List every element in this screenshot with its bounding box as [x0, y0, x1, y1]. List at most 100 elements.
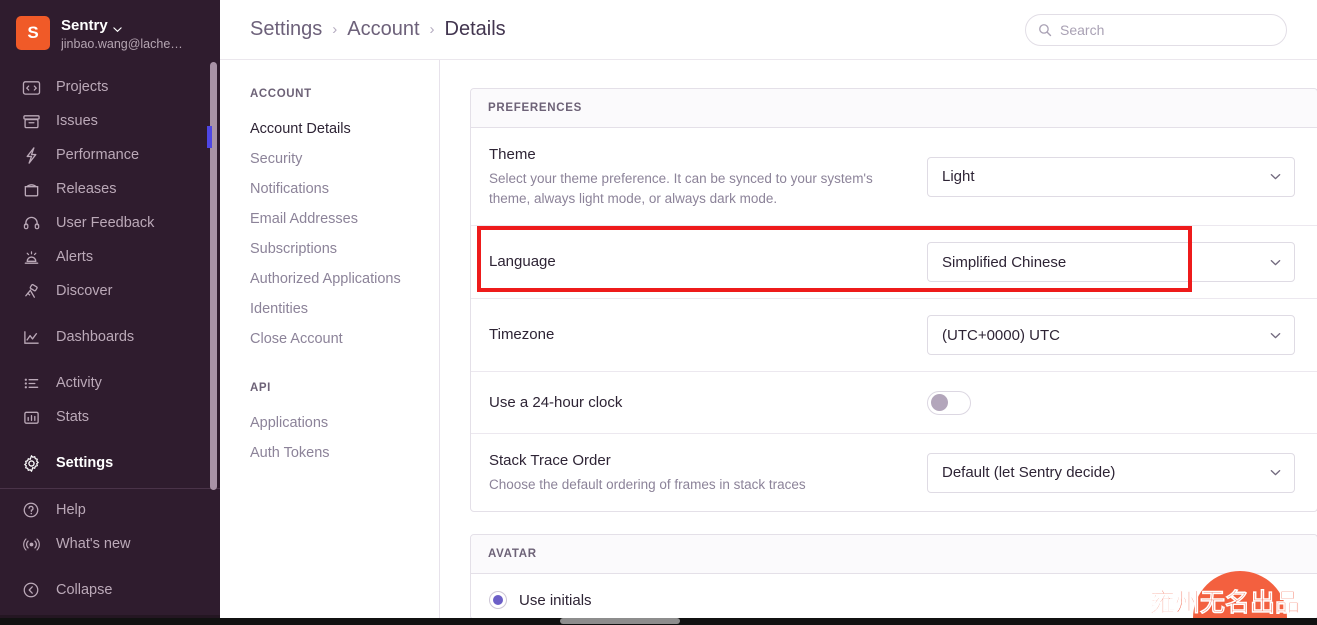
settings-nav-item-close-account[interactable]: Close Account: [250, 324, 439, 354]
theme-label: Theme: [489, 146, 536, 163]
list-icon: [20, 373, 42, 393]
settings-nav-item-account-details[interactable]: Account Details: [250, 114, 439, 144]
sidebar-label: Issues: [56, 113, 98, 129]
horizontal-scrollbar-thumb[interactable]: [560, 618, 680, 624]
sidebar-label: Collapse: [56, 582, 113, 598]
sidebar-item-releases[interactable]: Releases: [0, 172, 220, 206]
settings-nav-item-auth-tokens[interactable]: Auth Tokens: [250, 438, 439, 468]
timezone-select-value: (UTC+0000) UTC: [942, 326, 1060, 344]
avatar-option-label: Use initials: [519, 591, 592, 609]
sidebar-label: Stats: [56, 409, 90, 425]
clock-24h-label: Use a 24-hour clock: [489, 393, 623, 411]
sidebar-item-alerts[interactable]: Alerts: [0, 240, 220, 274]
primary-sidebar: S Sentry jinbao.wang@lache… Projects Iss…: [0, 0, 220, 625]
siren-icon: [20, 247, 42, 267]
org-avatar: S: [16, 16, 50, 50]
avatar-panel: AVATAR Use initials: [470, 534, 1317, 620]
main-area: Settings › Account › Details ACCOUNT Acc…: [220, 0, 1317, 625]
settings-nav-item-email-addresses[interactable]: Email Addresses: [250, 204, 439, 234]
sidebar-item-dashboards[interactable]: Dashboards: [0, 320, 220, 354]
chevron-down-icon: [113, 21, 122, 33]
settings-nav-item-identities[interactable]: Identities: [250, 294, 439, 324]
content-pane: PREFERENCES Theme Select your theme pref…: [440, 60, 1317, 625]
support-headset-icon: [20, 213, 42, 233]
settings-active-indicator: [207, 126, 212, 148]
sidebar-item-settings[interactable]: Settings: [0, 446, 220, 480]
sidebar-label: Discover: [56, 283, 113, 299]
settings-nav-heading-account: ACCOUNT: [250, 88, 312, 100]
search-box[interactable]: [1025, 13, 1287, 46]
sidebar-item-user-feedback[interactable]: User Feedback: [0, 206, 220, 240]
sidebar-item-whats-new[interactable]: What's new: [0, 527, 220, 561]
settings-nav-item-authorized-applications[interactable]: Authorized Applications: [250, 264, 439, 294]
sidebar-label: Projects: [56, 79, 109, 95]
sidebar-label: Activity: [56, 375, 102, 391]
breadcrumb-settings[interactable]: Settings: [250, 18, 322, 41]
archive-icon: [20, 111, 42, 131]
breadcrumb-account[interactable]: Account: [347, 18, 419, 41]
code-folder-icon: [20, 77, 42, 97]
settings-nav-item-applications[interactable]: Applications: [250, 408, 439, 438]
organization-switcher[interactable]: S Sentry jinbao.wang@lache…: [0, 12, 220, 66]
sidebar-item-collapse[interactable]: Collapse: [0, 573, 220, 607]
org-name-row: Sentry: [61, 17, 183, 34]
lightning-icon: [20, 145, 42, 165]
primary-nav-list: Projects Issues Performance Releases Use…: [0, 70, 220, 607]
sidebar-item-activity[interactable]: Activity: [0, 366, 220, 400]
org-user-email: jinbao.wang@lache…: [61, 37, 183, 51]
nav-divider: [0, 488, 220, 489]
app-root: S Sentry jinbao.wang@lache… Projects Iss…: [0, 0, 1317, 625]
breadcrumb: Settings › Account › Details: [250, 18, 506, 41]
sidebar-label: User Feedback: [56, 215, 155, 231]
sidebar-item-issues[interactable]: Issues: [0, 104, 220, 138]
gear-icon: [20, 453, 42, 473]
language-select[interactable]: Simplified Chinese: [927, 242, 1295, 282]
sidebar-item-help[interactable]: Help: [0, 493, 220, 527]
language-label: Language: [489, 253, 556, 270]
preferences-panel-title: PREFERENCES: [471, 89, 1317, 128]
sidebar-item-discover[interactable]: Discover: [0, 274, 220, 308]
theme-help-text: Select your theme preference. It can be …: [489, 171, 873, 206]
theme-select[interactable]: Light: [927, 156, 1295, 197]
telescope-icon: [20, 281, 42, 301]
sidebar-item-projects[interactable]: Projects: [0, 70, 220, 104]
sidebar-item-stats[interactable]: Stats: [0, 400, 220, 434]
sidebar-label: Help: [56, 502, 86, 518]
breadcrumb-separator: ›: [429, 21, 435, 38]
sidebar-label: Performance: [56, 147, 140, 163]
stack-trace-order-help-text: Choose the default ordering of frames in…: [489, 477, 806, 492]
avatar-panel-title: AVATAR: [471, 535, 1317, 574]
stack-trace-order-select[interactable]: Default (let Sentry decide): [927, 452, 1295, 493]
chevron-down-icon: [1269, 170, 1282, 183]
sidebar-label: Alerts: [56, 249, 94, 265]
sidebar-item-performance[interactable]: Performance: [0, 138, 220, 172]
chevron-down-icon: [1269, 329, 1282, 342]
breadcrumb-details[interactable]: Details: [445, 18, 506, 41]
sidebar-label: Releases: [56, 181, 117, 197]
settings-nav-item-security[interactable]: Security: [250, 144, 439, 174]
language-select-value: Simplified Chinese: [942, 253, 1067, 271]
settings-nav-heading-api: API: [250, 382, 271, 394]
chevron-down-icon: [1269, 466, 1282, 479]
top-header: Settings › Account › Details: [220, 0, 1317, 60]
bar-chart-icon: [20, 407, 42, 427]
toggle-knob: [931, 394, 948, 411]
stack-trace-order-label: Stack Trace Order: [489, 452, 611, 469]
field-row-language: Language Simplified Chinese: [471, 226, 1317, 299]
sidebar-label: Settings: [56, 455, 114, 471]
settings-nav-item-notifications[interactable]: Notifications: [250, 174, 439, 204]
field-row-theme: Theme Select your theme preference. It c…: [471, 128, 1317, 226]
breadcrumb-separator: ›: [332, 21, 338, 38]
timezone-label: Timezone: [489, 326, 555, 343]
sidebar-label: Dashboards: [56, 329, 135, 345]
org-name: Sentry: [61, 17, 108, 34]
search-input[interactable]: [1060, 21, 1274, 38]
field-row-timezone: Timezone (UTC+0000) UTC: [471, 299, 1317, 372]
settings-nav-item-subscriptions[interactable]: Subscriptions: [250, 234, 439, 264]
avatar-option-use-initials[interactable]: Use initials: [471, 574, 1317, 619]
stack-trace-order-select-value: Default (let Sentry decide): [942, 464, 1116, 481]
preferences-panel: PREFERENCES Theme Select your theme pref…: [470, 88, 1317, 512]
timezone-select[interactable]: (UTC+0000) UTC: [927, 315, 1295, 355]
clock-24h-toggle[interactable]: [927, 390, 971, 415]
radio-icon: [489, 591, 507, 609]
